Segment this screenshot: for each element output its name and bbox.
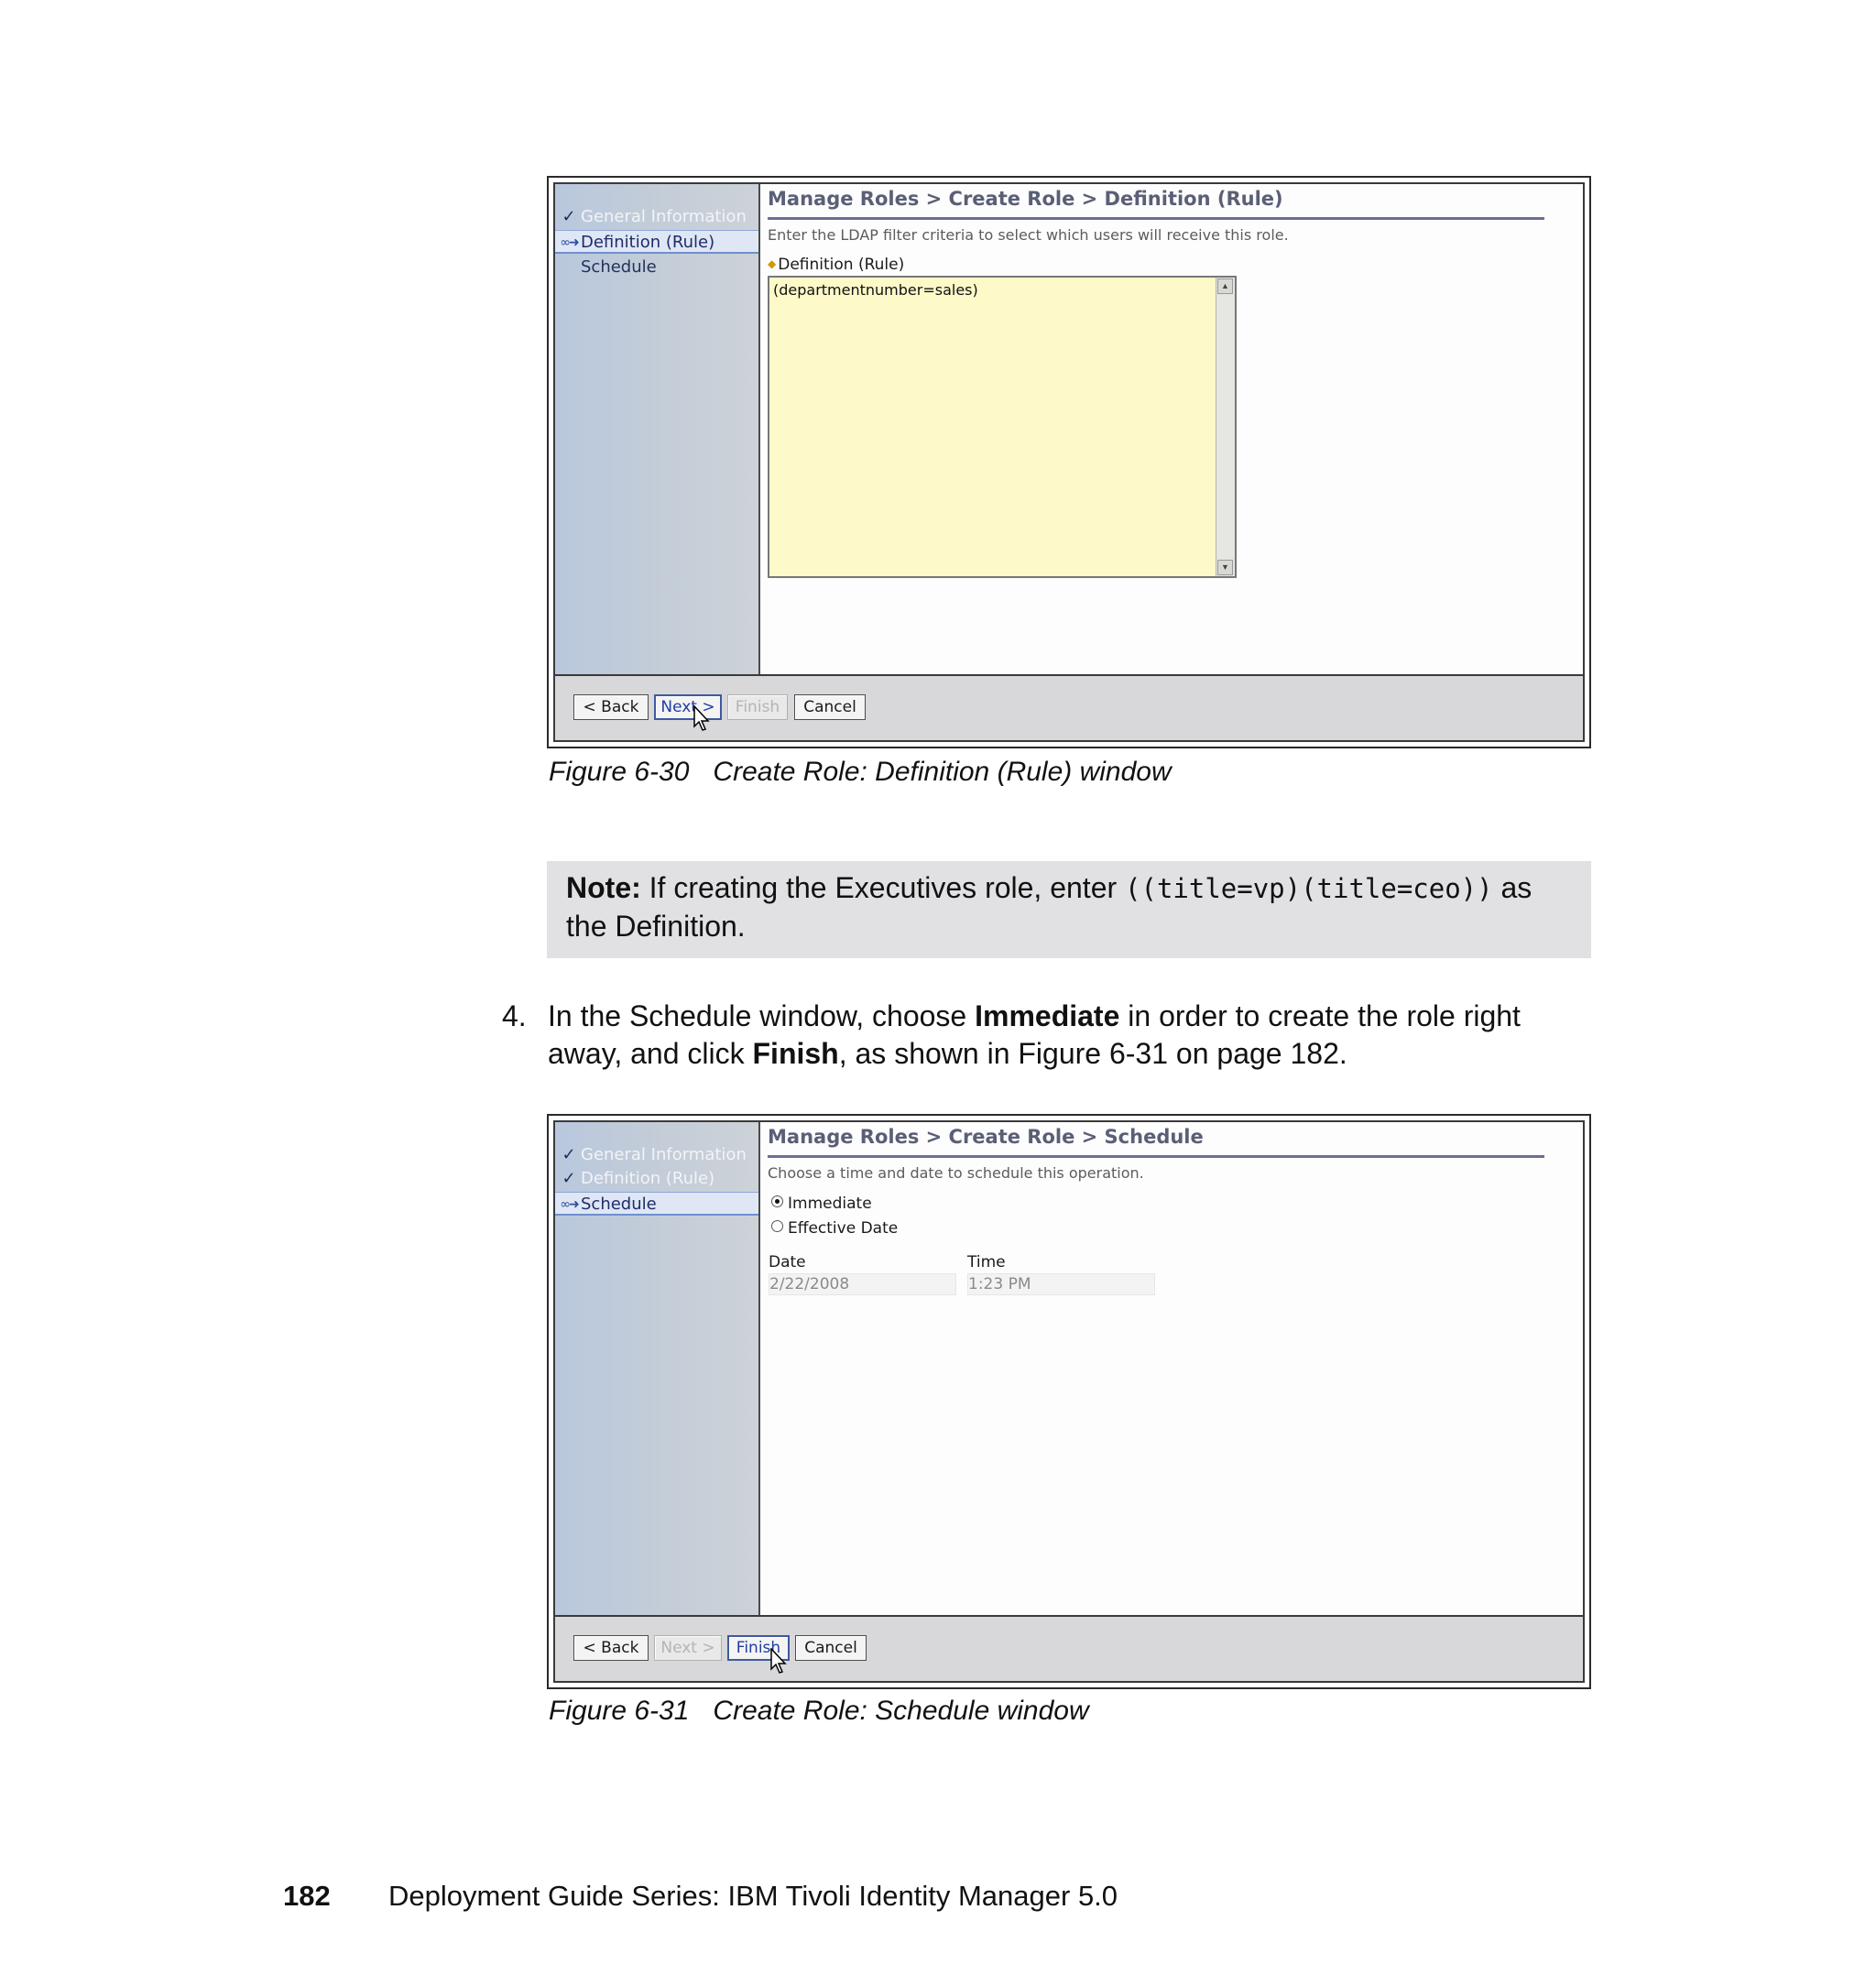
breadcrumb-divider: [768, 217, 1544, 220]
checkmark-icon: ✓: [562, 1145, 576, 1164]
nav-item-definition-rule[interactable]: ∞➜ Definition (Rule): [555, 230, 758, 254]
caption-title: Create Role: Schedule window: [713, 1696, 1089, 1726]
step-text: In the Schedule window, choose Immediate…: [548, 998, 1601, 1073]
caption-number: Figure 6-31: [549, 1696, 690, 1726]
mouse-pointer-icon: [693, 705, 710, 731]
current-step-arrow-icon: ∞➜: [560, 1197, 579, 1212]
instruction-text: Enter the LDAP filter criteria to select…: [768, 226, 1289, 244]
effective-date-radio-button[interactable]: [771, 1220, 783, 1232]
checkmark-icon: ✓: [562, 207, 576, 226]
back-button[interactable]: < Back: [573, 1635, 649, 1661]
cancel-button[interactable]: Cancel: [795, 1635, 867, 1661]
effective-date-radio-option[interactable]: Effective Date: [771, 1219, 898, 1238]
date-field[interactable]: 2/22/2008: [769, 1273, 956, 1295]
note-box: Note: If creating the Executives role, e…: [547, 861, 1591, 958]
nav-item-label: Definition (Rule): [581, 233, 715, 252]
nav-item-label: Schedule: [581, 1195, 657, 1214]
instruction-text: Choose a time and date to schedule this …: [768, 1164, 1144, 1182]
definition-field-label: ◆ Definition (Rule): [768, 256, 904, 274]
mouse-pointer-icon: [770, 1648, 787, 1674]
next-button[interactable]: Next >: [654, 1635, 722, 1661]
breadcrumb-divider: [768, 1155, 1544, 1158]
caption-title: Create Role: Definition (Rule) window: [713, 757, 1172, 787]
wizard-window: ✓ General Information ✓ Definition (Rule…: [553, 1120, 1585, 1683]
current-step-arrow-icon: ∞➜: [560, 235, 579, 250]
finish-button[interactable]: Finish: [727, 694, 788, 720]
immediate-radio-option[interactable]: Immediate: [771, 1195, 872, 1213]
nav-item-label: Definition (Rule): [581, 1169, 715, 1188]
scroll-down-icon[interactable]: ▼: [1217, 560, 1233, 575]
wizard-button-bar: < Back Next > Finish Cancel: [555, 1615, 1583, 1681]
definition-textarea[interactable]: (departmentnumber=sales) ▲ ▼: [768, 276, 1237, 578]
figure-6-30-caption: Figure 6-30 Create Role: Definition (Rule…: [549, 757, 1172, 788]
wizard-sidebar: ✓ General Information ∞➜ Definition (Rul…: [555, 184, 760, 676]
page-number: 182: [283, 1880, 331, 1912]
date-label: Date: [769, 1253, 806, 1271]
figure-6-30-screenshot: ✓ General Information ∞➜ Definition (Rul…: [547, 176, 1591, 748]
step-bold-immediate: Immediate: [975, 999, 1120, 1032]
step-text-part: In the Schedule window, choose: [548, 999, 976, 1032]
step-number: 4.: [502, 999, 527, 1032]
figure-6-31-caption: Figure 6-31 Create Role: Schedule window: [549, 1696, 1089, 1727]
breadcrumb: Manage Roles > Create Role > Definition …: [768, 188, 1283, 210]
nav-item-label: Schedule: [581, 257, 657, 277]
immediate-radio-label: Immediate: [788, 1195, 872, 1213]
wizard-window: ✓ General Information ∞➜ Definition (Rul…: [553, 182, 1585, 742]
step-bold-finish: Finish: [752, 1037, 839, 1070]
effective-date-radio-label: Effective Date: [788, 1219, 899, 1238]
nav-item-schedule[interactable]: Schedule: [555, 256, 758, 279]
checkmark-icon: ✓: [562, 1169, 576, 1188]
note-text-before: If creating the Executives role, enter: [640, 871, 1126, 904]
definition-field-label-text: Definition (Rule): [778, 256, 905, 274]
nav-item-general-information[interactable]: ✓ General Information: [555, 205, 758, 229]
scroll-up-icon[interactable]: ▲: [1217, 278, 1233, 294]
time-field[interactable]: 1:23 PM: [967, 1273, 1155, 1295]
note-label: Note:: [566, 871, 641, 904]
textarea-scrollbar[interactable]: ▲ ▼: [1216, 278, 1235, 576]
note-code: ((title=vp)(title=ceo)): [1125, 873, 1493, 904]
wizard-sidebar: ✓ General Information ✓ Definition (Rule…: [555, 1122, 760, 1615]
book-title: Deployment Guide Series: IBM Tivoli Iden…: [388, 1880, 1118, 1912]
definition-value: (departmentnumber=sales): [773, 281, 978, 299]
caption-number: Figure 6-30: [549, 757, 690, 787]
nav-item-definition-rule[interactable]: ✓ Definition (Rule): [555, 1167, 758, 1191]
cancel-button[interactable]: Cancel: [794, 694, 866, 720]
back-button[interactable]: < Back: [573, 694, 649, 720]
figure-6-31-screenshot: ✓ General Information ✓ Definition (Rule…: [547, 1114, 1591, 1689]
immediate-radio-button[interactable]: [771, 1195, 783, 1207]
step-text-part: , as shown in Figure 6-31 on page 182.: [838, 1037, 1347, 1070]
wizard-button-bar: < Back Next > Finish Cancel: [555, 674, 1583, 740]
nav-item-general-information[interactable]: ✓ General Information: [555, 1143, 758, 1167]
nav-item-schedule[interactable]: ∞➜ Schedule: [555, 1192, 758, 1216]
breadcrumb: Manage Roles > Create Role > Schedule: [768, 1126, 1204, 1148]
nav-item-label: General Information: [581, 1145, 747, 1164]
time-label: Time: [967, 1253, 1006, 1271]
nav-item-label: General Information: [581, 207, 747, 226]
required-icon: ◆: [768, 257, 777, 270]
